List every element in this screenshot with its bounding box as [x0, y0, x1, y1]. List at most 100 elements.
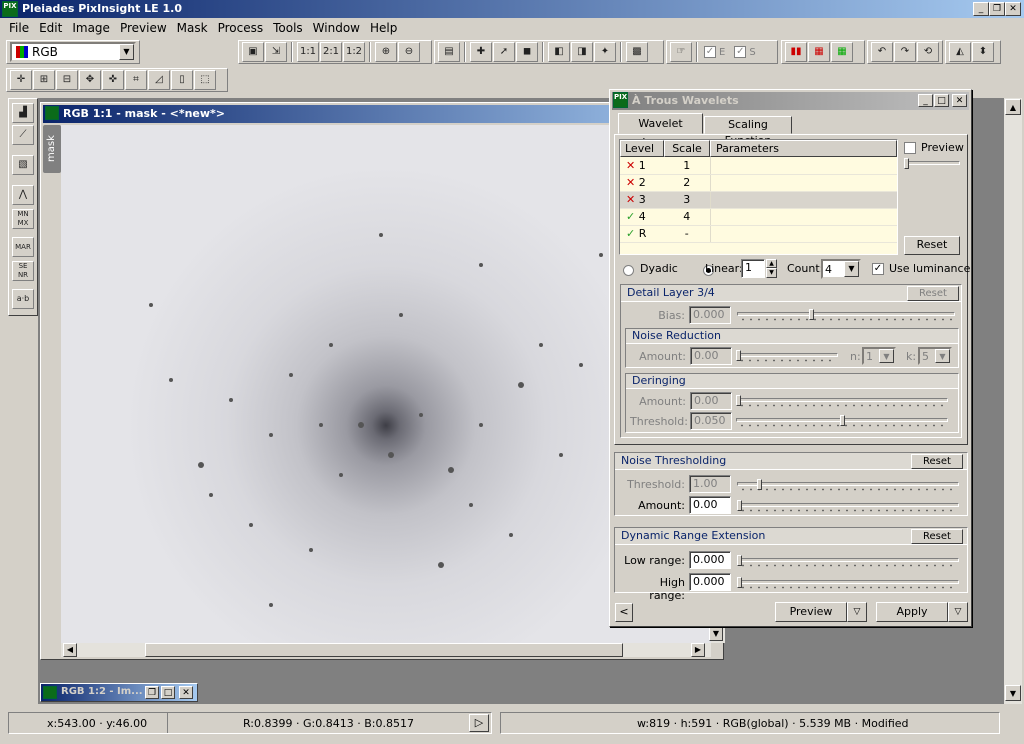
wavelets-max-button[interactable]: □	[934, 94, 949, 107]
nt-amount-input[interactable]: 0.00	[689, 496, 731, 514]
tab-wavelet-layers[interactable]: Wavelet Layers	[618, 113, 703, 149]
select-preview-icon[interactable]: ✚	[470, 42, 492, 62]
workspace-scroll-down-icon[interactable]: ▼	[1005, 685, 1021, 701]
new-preview-icon[interactable]: ▤	[438, 42, 460, 62]
preview-center-icon[interactable]: ✦	[594, 42, 616, 62]
col-parameters[interactable]: Parameters	[710, 140, 897, 157]
disabled-x-icon[interactable]: ✕	[626, 193, 635, 206]
linear-value-input[interactable]: 1	[741, 259, 765, 278]
layers-table[interactable]: Level Scale Parameters ✕ 1 1 ✕ 2 2 ✕ 3 3 ✓ …	[619, 139, 898, 255]
apply-button[interactable]: Apply	[876, 602, 948, 622]
nt-amount-slider[interactable]	[737, 500, 959, 512]
preview-move-icon[interactable]: ◧	[548, 42, 570, 62]
play-icon[interactable]: ▷	[469, 714, 489, 732]
wavelets-close-button[interactable]: ✕	[952, 94, 967, 107]
zoom-fit-icon[interactable]: ⇲	[265, 42, 287, 62]
wavelets-min-button[interactable]: _	[918, 94, 933, 107]
mini-close-button[interactable]: ✕	[179, 686, 193, 699]
menu-process[interactable]: Process	[213, 21, 269, 35]
count-select[interactable]: 4 ▼	[821, 259, 861, 279]
linear-down-icon[interactable]: ▼	[766, 268, 777, 278]
preview-menu-chevron-icon[interactable]: ▽	[847, 602, 867, 622]
mini-restore-button[interactable]: ❐	[145, 686, 159, 699]
menu-edit[interactable]: Edit	[34, 21, 67, 35]
rotate-left-icon[interactable]: ↶	[871, 42, 893, 62]
histogram-icon[interactable]: ▮▮	[785, 42, 807, 62]
apply-menu-chevron-icon[interactable]: ▽	[948, 602, 968, 622]
layers-reset-button[interactable]: Reset	[904, 236, 960, 255]
preview-button[interactable]: Preview	[775, 602, 847, 622]
histogram-tool-icon[interactable]: ▟	[12, 103, 34, 123]
scroll-thumb[interactable]	[145, 643, 623, 657]
k-chevron-icon[interactable]: ▼	[935, 349, 950, 363]
preview-checkbox[interactable]	[904, 142, 916, 154]
bias-slider[interactable]	[737, 309, 955, 321]
n-chevron-icon[interactable]: ▼	[879, 349, 894, 363]
zoom-out-mode-icon[interactable]: ⊟	[56, 70, 78, 90]
pointer-preview-icon[interactable]: ➚	[493, 42, 515, 62]
low-range-input[interactable]: 0.000	[689, 551, 731, 569]
workspace-scrollbar[interactable]: ▲ ▼	[1004, 98, 1022, 704]
mar-tool-icon[interactable]: MAR	[12, 237, 34, 257]
zoom-in-icon[interactable]: ⊕	[375, 42, 397, 62]
e-checkbox[interactable]: ✓	[704, 46, 716, 58]
menu-file[interactable]: File	[4, 21, 34, 35]
minimized-image-window[interactable]: RGB 1:2 - Im... ❐ □ ✕	[40, 683, 198, 702]
dre-reset-button[interactable]: Reset	[911, 529, 963, 544]
close-button[interactable]: ✕	[1005, 2, 1021, 16]
rotate-right-icon[interactable]: ↷	[894, 42, 916, 62]
menu-mask[interactable]: Mask	[172, 21, 213, 35]
table-row-selected[interactable]: ✕ 3 3	[620, 191, 897, 209]
dr-amount-slider[interactable]	[736, 395, 948, 407]
fit-window-icon[interactable]: ▣	[242, 42, 264, 62]
preview-resize-icon[interactable]: ◨	[571, 42, 593, 62]
table-row[interactable]: ✓ R -	[620, 225, 897, 243]
col-level[interactable]: Level	[620, 140, 664, 157]
low-range-slider[interactable]	[737, 555, 959, 567]
mirror-vertical-icon[interactable]: ⬍	[972, 42, 994, 62]
minimize-button[interactable]: _	[973, 2, 989, 16]
high-range-input[interactable]: 0.000	[689, 573, 731, 591]
count-chevron-icon[interactable]: ▼	[844, 261, 859, 277]
col-scale[interactable]: Scale	[664, 140, 710, 157]
use-luminance-checkbox[interactable]: ✓	[872, 263, 884, 275]
select-icon[interactable]: ⬚	[194, 70, 216, 90]
zoom-2-1-icon[interactable]: 2:1	[320, 42, 342, 62]
preview-slider[interactable]	[904, 158, 960, 170]
dr-threshold-input[interactable]: 0.050	[690, 412, 732, 430]
workspace-scroll-up-icon[interactable]: ▲	[1005, 99, 1021, 115]
restore-button[interactable]: ❐	[989, 2, 1005, 16]
zoom-1-1-icon[interactable]: 1:1	[297, 42, 319, 62]
scroll-down-icon[interactable]: ▼	[709, 627, 723, 641]
collapse-icon[interactable]: <	[615, 603, 633, 622]
nt-reset-button[interactable]: Reset	[911, 454, 963, 469]
dr-threshold-slider[interactable]	[736, 415, 948, 427]
disabled-x-icon[interactable]: ✕	[626, 159, 635, 172]
new-document-icon[interactable]: ▯	[171, 70, 193, 90]
k-select[interactable]: 5 ▼	[918, 347, 952, 365]
mini-max-button[interactable]: □	[161, 686, 175, 699]
nt-threshold-input[interactable]: 1.00	[689, 475, 731, 493]
menu-help[interactable]: Help	[365, 21, 402, 35]
preview-delete-icon[interactable]: ▩	[626, 42, 648, 62]
curves-tool-icon[interactable]: ⟋	[12, 125, 34, 145]
scroll-left-icon[interactable]: ◀	[63, 643, 77, 657]
rotate-180-icon[interactable]: ⟲	[917, 42, 939, 62]
zoom-in-mode-icon[interactable]: ⊞	[33, 70, 55, 90]
enabled-check-icon[interactable]: ✓	[626, 227, 635, 240]
nr-amount-slider[interactable]	[736, 350, 838, 362]
menu-preview[interactable]: Preview	[115, 21, 172, 35]
dyadic-radio[interactable]	[623, 264, 634, 276]
bias-input[interactable]: 0.000	[689, 306, 731, 324]
center-icon[interactable]: ✜	[102, 70, 124, 90]
detail-reset-button[interactable]: Reset	[907, 286, 959, 301]
dr-amount-input[interactable]: 0.00	[690, 392, 732, 410]
mirror-horizontal-icon[interactable]: ◭	[949, 42, 971, 62]
tab-scaling-function[interactable]: Scaling Function	[704, 116, 792, 147]
nt-threshold-slider[interactable]	[737, 479, 959, 491]
cursor-icon[interactable]: ☞	[670, 42, 692, 62]
zoom-out-icon[interactable]: ⊖	[398, 42, 420, 62]
linear-up-icon[interactable]: ▲	[766, 259, 777, 268]
disabled-x-icon[interactable]: ✕	[626, 176, 635, 189]
zoom-1-2-icon[interactable]: 1:2	[343, 42, 365, 62]
